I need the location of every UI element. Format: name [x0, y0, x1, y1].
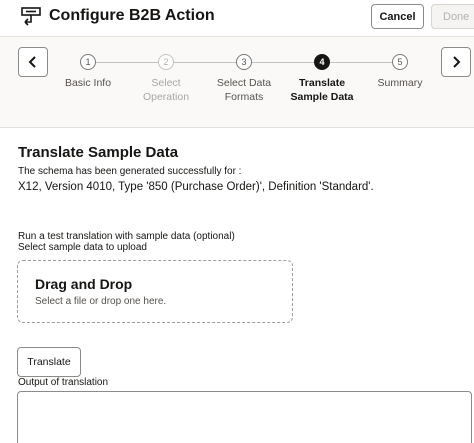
schema-detail: X12, Version 4010, Type '850 (Purchase O…	[18, 181, 374, 193]
step-basic-info[interactable]: 1 Basic Info	[48, 54, 128, 90]
step-label: Basic Info	[64, 77, 112, 89]
run-test-label: Run a test translation with sample data …	[18, 231, 235, 242]
output-textarea[interactable]	[17, 391, 472, 443]
step-label: Summary	[377, 77, 423, 89]
dialog-title: Configure B2B Action	[49, 7, 215, 24]
cancel-button[interactable]: Cancel	[371, 4, 424, 29]
dialog-header: Configure B2B Action Cancel Done	[0, 0, 474, 36]
translate-button[interactable]: Translate	[17, 347, 81, 377]
chevron-right-icon	[453, 56, 461, 68]
step-number: 1	[80, 54, 96, 70]
step-label: Translate Sample Data	[290, 77, 354, 103]
dropzone-title: Drag and Drop	[35, 276, 133, 292]
previous-step-button[interactable]	[18, 47, 48, 77]
step-select-data-formats[interactable]: 3 Select Data Formats	[204, 54, 284, 104]
step-summary[interactable]: 5 Summary	[360, 54, 440, 90]
b2b-action-icon	[21, 7, 41, 26]
step-number: 2	[158, 54, 174, 70]
output-label: Output of translation	[18, 377, 109, 388]
main-content: Translate Sample Data The schema has bee…	[0, 129, 474, 443]
step-train: 1 Basic Info 2 Select Operation 3 Select…	[0, 36, 474, 128]
step-label: Select Data Formats	[216, 77, 272, 103]
step-translate-sample-data[interactable]: 4 Translate Sample Data	[282, 54, 362, 104]
schema-message: The schema has been generated successful…	[18, 166, 242, 177]
step-number: 4	[314, 54, 330, 70]
next-step-button[interactable]	[441, 47, 471, 77]
step-select-operation: 2 Select Operation	[126, 54, 206, 104]
upload-label: Select sample data to upload	[18, 242, 147, 253]
section-title: Translate Sample Data	[18, 144, 179, 161]
step-number: 3	[236, 54, 252, 70]
step-number: 5	[392, 54, 408, 70]
step-label: Select Operation	[142, 77, 190, 103]
file-dropzone[interactable]: Drag and Drop Select a file or drop one …	[17, 260, 293, 323]
dropzone-subtitle: Select a file or drop one here.	[35, 296, 167, 307]
chevron-left-icon	[28, 56, 36, 68]
done-button[interactable]: Done	[431, 4, 474, 29]
